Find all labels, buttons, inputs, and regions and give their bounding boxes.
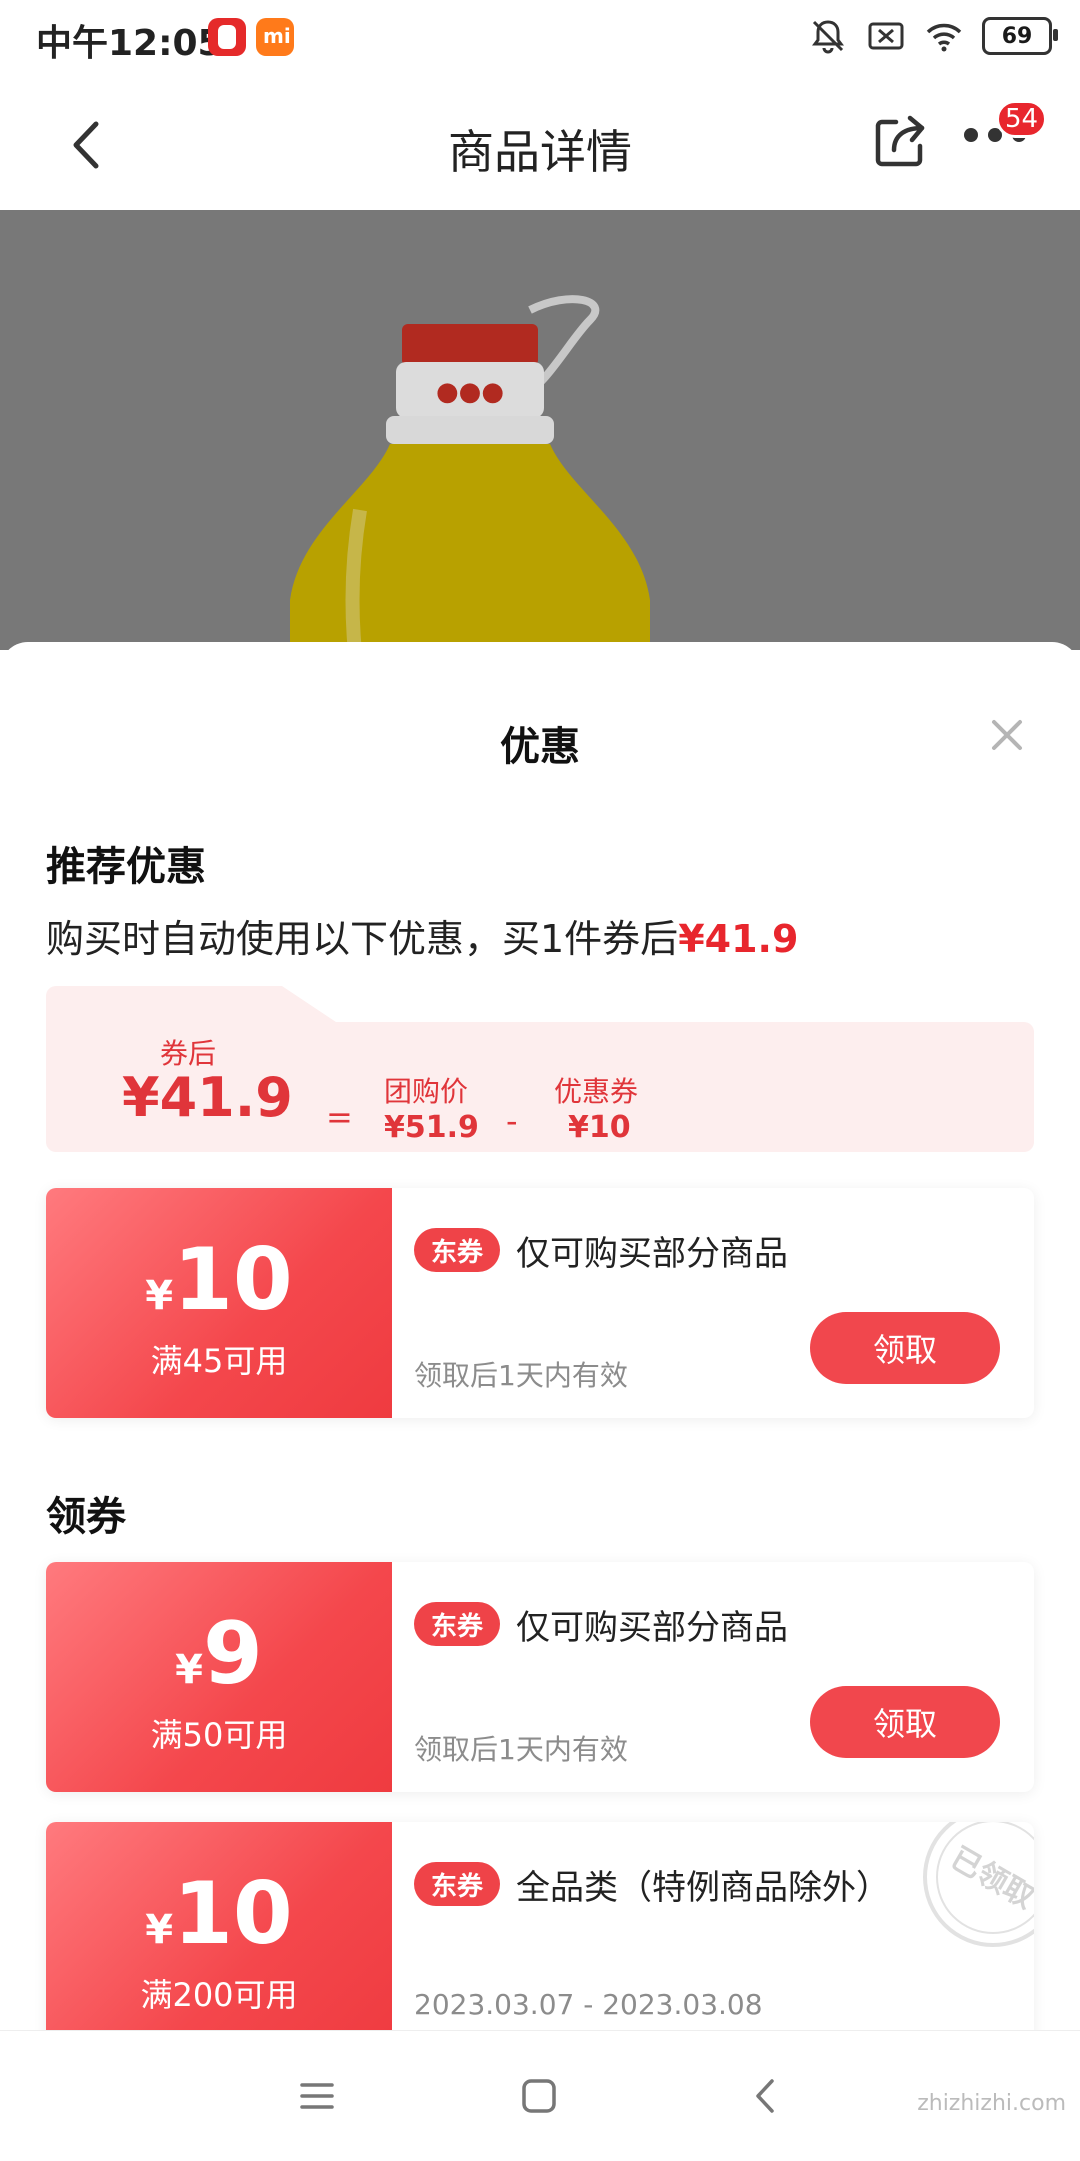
coupon-validity: 领取后1天内有效 (414, 1733, 628, 1766)
auto-apply-price: ¥41.9 (678, 917, 799, 961)
mute-bell-icon (812, 20, 844, 54)
minus-sign: - (506, 1102, 518, 1140)
coupon-amount: ¥9 (46, 1604, 392, 1704)
status-icons: 69 (808, 16, 1058, 56)
group-price-label: 团购价 (384, 1075, 469, 1108)
more-dot-icon (964, 128, 978, 142)
app-notification-icon (208, 18, 246, 56)
sheet-title: 优惠 (500, 724, 580, 770)
price-breakdown: 券后 ¥41.9 = 团购价 ¥51.9 - 优惠券 ¥10 (46, 986, 1034, 1152)
after-coupon-price: ¥41.9 (122, 1066, 293, 1129)
header: 商品详情 54 (0, 78, 1080, 210)
watermark: zhizhizhi.com (917, 2091, 1066, 2116)
coupon-type-tag: 东券 (414, 1602, 500, 1646)
equals-sign: = (326, 1098, 353, 1136)
coupon-card: ¥10 满200可用 东券 全品类（特例商品除外） 2023.03.07 - 2… (46, 1822, 1034, 2030)
oil-bottle-image: ●●● (290, 295, 650, 650)
status-time: 中午12:05 (36, 23, 223, 64)
product-image: ●●● (0, 210, 1080, 650)
coupon-amount: ¥10 (46, 1864, 392, 1964)
coupon-amount-value: 9 (203, 1604, 263, 1704)
coupon-yen-symbol: ¥ (145, 1273, 174, 1319)
claim-coupon-button[interactable]: 领取 (810, 1686, 1000, 1758)
system-nav-bar: zhizhizhi.com (0, 2030, 1080, 2161)
auto-apply-text: 购买时自动使用以下优惠，买1件券后 (46, 917, 679, 961)
coupon-type-tag: 东券 (414, 1228, 500, 1272)
svg-text:●●●: ●●● (436, 377, 504, 407)
coupon-amount-panel: ¥9 满50可用 (46, 1562, 392, 1792)
claim-section-title: 领券 (46, 1494, 126, 1540)
coupon-card: ¥10 满45可用 东券 仅可购买部分商品 领取后1天内有效 领取 (46, 1188, 1034, 1418)
claimed-stamp-icon: 已领取 (923, 1822, 1034, 1947)
sim-off-icon (868, 22, 904, 50)
back-nav-icon[interactable] (742, 2071, 792, 2121)
coupon-amount-value: 10 (173, 1230, 293, 1330)
home-icon[interactable] (514, 2071, 564, 2121)
coupon-yen-symbol: ¥ (175, 1647, 203, 1693)
coupon-condition: 满50可用 (150, 1716, 288, 1754)
coupon-amount-panel: ¥10 满45可用 (46, 1188, 392, 1418)
recent-apps-icon[interactable] (292, 2071, 342, 2121)
status-bar: 中午12:05 69 (0, 0, 1080, 78)
coupon-card: ¥9 满50可用 东券 仅可购买部分商品 领取后1天内有效 领取 (46, 1562, 1034, 1792)
coupon-scope: 全品类（特例商品除外） (516, 1868, 890, 1908)
coupon-scope: 仅可购买部分商品 (516, 1608, 788, 1648)
message-count-badge: 54 (996, 100, 1048, 138)
share-icon[interactable] (870, 110, 930, 172)
promotion-sheet: 优惠 推荐优惠 购买时自动使用以下优惠，买1件券后¥41.9 券后 ¥41.9 … (0, 642, 1080, 2030)
battery-icon: 69 (982, 17, 1058, 55)
close-icon[interactable] (984, 712, 1030, 758)
claimed-stamp-text: 已领取 (945, 1841, 1034, 1916)
coupon-amount: ¥10 (46, 1230, 392, 1330)
coupon-condition: 满200可用 (140, 1976, 298, 2014)
group-price-value: ¥51.9 (384, 1110, 479, 1145)
coupon-value: ¥10 (568, 1110, 631, 1145)
auto-apply-description: 购买时自动使用以下优惠，买1件券后¥41.9 (46, 908, 798, 963)
coupon-condition: 满45可用 (150, 1342, 288, 1380)
coupon-label: 优惠券 (554, 1075, 639, 1108)
battery-level: 69 (1001, 23, 1033, 49)
coupon-amount-panel: ¥10 满200可用 (46, 1822, 392, 2030)
wifi-icon (926, 23, 962, 52)
coupon-type-tag: 东券 (414, 1862, 500, 1906)
coupon-amount-value: 10 (173, 1864, 293, 1964)
mi-app-icon (256, 18, 294, 56)
claim-coupon-button[interactable]: 领取 (810, 1312, 1000, 1384)
coupon-validity: 2023.03.07 - 2023.03.08 (414, 1988, 763, 2021)
recommended-section-title: 推荐优惠 (46, 844, 206, 890)
coupon-validity: 领取后1天内有效 (414, 1359, 628, 1392)
coupon-yen-symbol: ¥ (145, 1907, 174, 1953)
coupon-scope: 仅可购买部分商品 (516, 1234, 788, 1274)
